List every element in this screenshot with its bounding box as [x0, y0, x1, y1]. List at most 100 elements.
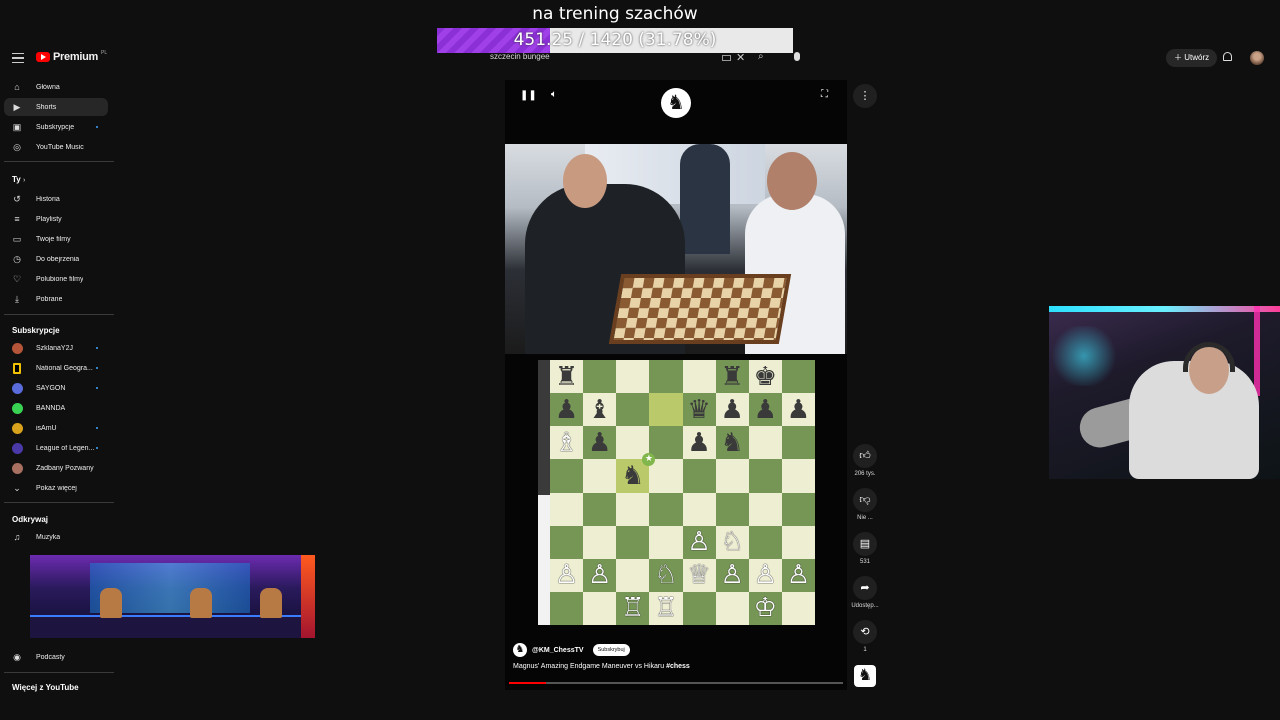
subscription-item[interactable]: BANNDA — [4, 399, 108, 417]
overlay-figure — [100, 588, 122, 618]
video-progress-bar[interactable] — [509, 682, 843, 684]
board-square: ♖ — [649, 591, 683, 625]
sidebar-item-downloads[interactable]: ⤓ Pobrane — [4, 290, 108, 308]
video-title-hashtag[interactable]: #chess — [666, 663, 690, 670]
subscribe-button[interactable]: Subskrybuj — [592, 644, 630, 656]
like-icon[interactable]: 👍︎ — [853, 444, 877, 468]
board-square — [748, 525, 782, 559]
channel-avatar — [12, 442, 23, 454]
subscription-item[interactable]: SzklanaY2J — [4, 339, 108, 357]
create-button[interactable]: ＋ Utwórz — [1166, 49, 1218, 67]
board-square — [715, 591, 749, 625]
remix-icon[interactable]: ⟲ — [853, 620, 877, 644]
dislike-icon[interactable]: 👎︎ — [853, 488, 877, 512]
board-square: ♟ — [715, 393, 749, 427]
sidebar-item-subscriptions[interactable]: ▣ Subskrypcje — [4, 118, 108, 136]
channel-name[interactable]: @KM_ChessTV — [532, 647, 584, 654]
chess-piece: ♖ — [621, 593, 645, 624]
sidebar-item-youtube-music[interactable]: ◎ YouTube Music — [4, 138, 108, 156]
overlay-figure — [190, 588, 212, 618]
video-frame-photo — [505, 144, 847, 354]
show-more-button[interactable]: ⌄ Pokaż więcej — [4, 479, 108, 497]
sidebar-item-watch-later[interactable]: ◷ Do obejrzenia — [4, 250, 108, 268]
board-square: ♜ — [550, 360, 584, 394]
remix-count: 1 — [863, 647, 867, 653]
pause-icon[interactable]: ❚❚ — [520, 90, 537, 101]
board-square — [682, 360, 716, 394]
board-square — [550, 492, 584, 526]
remix-action[interactable]: ⟲ 1 — [851, 620, 879, 653]
download-icon: ⤓ — [15, 294, 19, 304]
webcam-led-strip — [1049, 306, 1280, 312]
goal-title: na trening szachów — [532, 4, 698, 24]
board-square: ♖ — [616, 591, 650, 625]
subscription-item[interactable]: League of Legen... — [4, 439, 108, 457]
board-square — [781, 459, 815, 493]
board-square — [649, 360, 683, 394]
board-square: ♙ — [550, 558, 584, 592]
subscription-item[interactable]: National Geogra... — [4, 359, 108, 377]
search-box[interactable]: szczecin bungee ✕ ⌕ — [482, 48, 776, 68]
clear-search-icon[interactable]: ✕ — [736, 51, 745, 64]
channel-avatar — [12, 422, 23, 434]
more-options-icon[interactable]: ⋮ — [853, 84, 877, 108]
chess-piece: ♝ — [588, 394, 612, 425]
video-title-text: Magnus' Amazing Endgame Maneuver vs Hika… — [513, 663, 667, 670]
board-square — [649, 459, 683, 493]
music-note-icon: ♫ — [13, 532, 21, 542]
youtube-logo[interactable]: Premium PL — [36, 50, 107, 63]
search-icon[interactable]: ⌕ — [758, 51, 764, 62]
chess-piece: ♟ — [554, 394, 579, 425]
board-square — [550, 525, 584, 559]
video-progress-fill — [509, 682, 546, 684]
history-icon: ↺ — [13, 194, 21, 204]
search-input[interactable]: szczecin bungee — [490, 52, 550, 61]
channel-avatar — [13, 362, 21, 374]
channel-avatar — [12, 462, 23, 474]
board-square — [748, 459, 782, 493]
sidebar-item-label: Historia — [36, 195, 60, 203]
menu-icon[interactable] — [12, 53, 24, 63]
sidebar-item-playlists[interactable]: ≡ Playlisty — [4, 210, 108, 228]
subscription-item[interactable]: isAmU — [4, 419, 108, 437]
shorts-player[interactable]: ❚❚ 🔈︎ ♞ ⛶ ♜ ♜ ♚ ♟ ♝ ♛ ♟ ♟ ♟ ♗ ♟ ♟ ♞ ♞ ★ ♙ ♘ ♙ ♙ ♘ ♕ ♙ ♙ ♙ ♖ ♖ ♔ ♞ … — [505, 80, 847, 690]
sidebar-item-shorts[interactable]: ▶ Shorts — [4, 98, 108, 116]
notifications-icon[interactable] — [1223, 52, 1232, 61]
share-icon[interactable]: ➦ — [853, 576, 877, 600]
sound-thumbnail-knight-icon[interactable]: ♞ — [854, 665, 876, 687]
sidebar-item-podcasts[interactable]: ◉ Podcasty — [4, 648, 108, 666]
sidebar-item-music[interactable]: ♫ Muzyka — [4, 528, 108, 546]
music-icon: ◎ — [13, 142, 21, 152]
you-heading[interactable]: Ty › — [12, 175, 25, 184]
sidebar-item-label: Podcasty — [36, 653, 65, 661]
new-content-dot — [96, 387, 98, 389]
keyboard-icon[interactable] — [722, 55, 731, 61]
dislike-action[interactable]: 👎︎ Nie ... — [851, 488, 879, 521]
subscription-item[interactable]: SAYGON — [4, 379, 108, 397]
volume-icon[interactable]: 🔈︎ — [551, 89, 557, 100]
comments-action[interactable]: ▤ 531 — [851, 532, 879, 565]
chess-piece: ♙ — [687, 527, 711, 558]
channel-name: SzklanaY2J — [36, 344, 73, 352]
sidebar-item-your-videos[interactable]: ▭ Twoje filmy — [4, 230, 108, 248]
sidebar-item-liked-videos[interactable]: ♡ Polubione filmy — [4, 270, 108, 288]
like-action[interactable]: 👍︎ 206 tys. — [851, 444, 879, 477]
like-count: 206 tys. — [854, 471, 876, 477]
share-action[interactable]: ➦ Udostęp... — [851, 576, 879, 609]
account-avatar[interactable] — [1250, 51, 1264, 65]
comment-icon[interactable]: ▤ — [853, 532, 877, 556]
chess-piece: ♙ — [753, 560, 777, 591]
fullscreen-icon[interactable]: ⛶ — [821, 89, 828, 100]
sidebar-item-label: YouTube Music — [36, 143, 84, 151]
overlay-side-banner — [301, 555, 315, 638]
divider — [4, 161, 114, 162]
shorts-icon: ▶ — [13, 102, 21, 112]
player-left-head — [563, 154, 607, 208]
channel-avatar[interactable]: ♞ — [513, 643, 527, 657]
subscription-item[interactable]: Zadbany Pozwany — [4, 459, 108, 477]
subscriptions-icon: ▣ — [12, 122, 22, 132]
sidebar-item-home[interactable]: ⌂ Główna — [4, 78, 108, 96]
microphone-icon[interactable] — [794, 52, 800, 61]
sidebar-item-history[interactable]: ↺ Historia — [4, 190, 108, 208]
sidebar-item-label: Muzyka — [36, 533, 61, 541]
